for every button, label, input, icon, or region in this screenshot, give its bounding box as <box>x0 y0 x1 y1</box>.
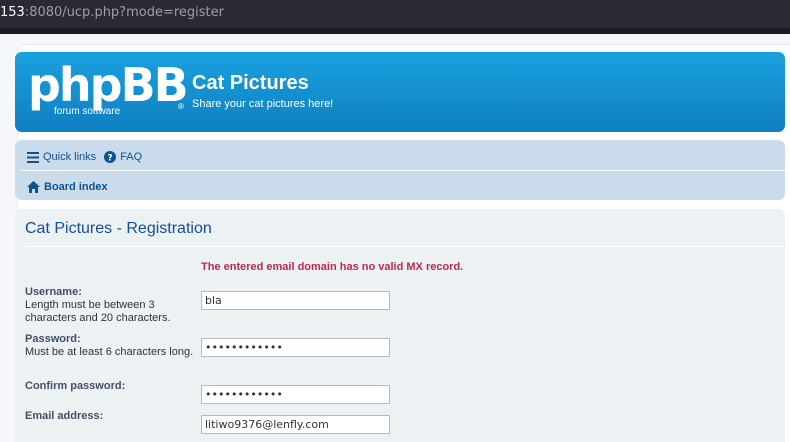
navbar: Quick links ? FAQ Board index <box>15 140 785 200</box>
quick-links-label: Quick links <box>43 151 97 163</box>
title-divider <box>25 246 785 247</box>
logo-subtitle: forum software <box>54 106 121 117</box>
password-input[interactable]: •••••••••••• <box>201 338 390 357</box>
url-host-fragment: 153 <box>0 5 25 20</box>
username-description: Length must be between 3 characters and … <box>25 299 171 324</box>
board-index-link[interactable]: Board index <box>27 181 108 193</box>
username-label-block: Username: Length must be between 3 chara… <box>25 286 195 325</box>
board-index-label: Board index <box>44 181 108 193</box>
password-label-block: Password: Must be at least 6 characters … <box>25 333 195 359</box>
svg-text:?: ? <box>108 154 113 164</box>
nav-divider <box>21 170 785 171</box>
confirm-password-label-block: Confirm password: <box>25 380 195 393</box>
page-title: Cat Pictures - Registration <box>25 220 212 237</box>
breadcrumbs: Board index <box>27 177 116 197</box>
logo-registered-mark: ® <box>178 102 184 111</box>
question-circle-icon: ? <box>104 151 117 164</box>
phpbb-logo[interactable]: phpBB forum software ® <box>28 58 189 120</box>
quick-links-button[interactable]: Quick links <box>27 151 96 163</box>
username-input[interactable]: bla <box>201 291 390 310</box>
browser-url-bar[interactable]: 153:8080/ucp.php?mode=register <box>0 0 790 28</box>
registration-panel: Cat Pictures - Registration The entered … <box>15 209 785 442</box>
password-label: Password: <box>25 333 81 345</box>
faq-label: FAQ <box>120 151 143 163</box>
username-label: Username: <box>25 286 82 298</box>
faq-link[interactable]: ? FAQ <box>104 151 142 163</box>
logo-text: phpBB <box>28 58 189 112</box>
header-bar: phpBB forum software ® Cat Pictures Shar… <box>15 52 785 132</box>
email-label-block: Email address: <box>25 410 195 423</box>
email-label: Email address: <box>25 410 104 422</box>
page-viewport: phpBB forum software ® Cat Pictures Shar… <box>0 34 790 442</box>
confirm-password-input[interactable]: •••••••••••• <box>201 385 390 404</box>
bars-icon <box>27 151 39 163</box>
url-path: :8080/ucp.php?mode=register <box>24 5 224 20</box>
email-input[interactable]: litiwo9376@lenfly.com <box>201 415 390 434</box>
error-message: The entered email domain has no valid MX… <box>201 261 464 273</box>
confirm-password-label: Confirm password: <box>25 380 126 392</box>
site-title: Cat Pictures <box>192 72 309 94</box>
home-icon <box>27 181 40 193</box>
site-description: Share your cat pictures here! <box>192 98 334 110</box>
password-description: Must be at least 6 characters long. <box>25 346 194 358</box>
nav-linklist: Quick links ? FAQ <box>27 147 150 167</box>
